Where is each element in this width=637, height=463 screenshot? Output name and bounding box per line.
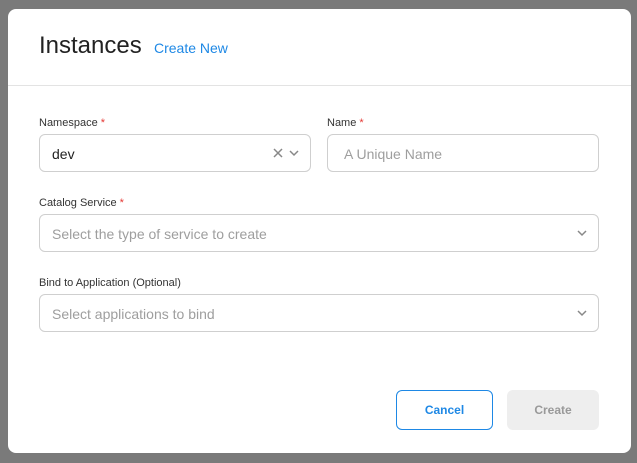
namespace-select[interactable]: dev xyxy=(39,134,311,172)
create-new-link[interactable]: Create New xyxy=(154,40,228,56)
catalog-service-label-text: Catalog Service xyxy=(39,197,117,209)
chevron-down-icon[interactable] xyxy=(287,146,301,160)
bind-application-label: Bind to Application (Optional) xyxy=(39,277,181,289)
namespace-value: dev xyxy=(52,146,75,162)
dialog-header: Instances Create New xyxy=(8,9,631,86)
name-input[interactable]: A Unique Name xyxy=(327,134,599,172)
create-button[interactable]: Create xyxy=(507,390,599,430)
name-label-text: Name xyxy=(327,117,357,129)
required-mark: * xyxy=(100,117,105,129)
dialog-title: Instances xyxy=(39,32,142,59)
instances-dialog: Instances Create New Namespace * dev Name… xyxy=(8,9,631,453)
name-placeholder: A Unique Name xyxy=(344,146,443,162)
bind-application-select[interactable]: Select applications to bind xyxy=(39,294,599,332)
bind-application-label-text: Bind to Application (Optional) xyxy=(39,277,181,289)
required-mark: * xyxy=(359,117,364,129)
cancel-button[interactable]: Cancel xyxy=(396,390,493,430)
namespace-label: Namespace * xyxy=(39,117,105,129)
catalog-service-placeholder: Select the type of service to create xyxy=(52,226,267,242)
bind-application-placeholder: Select applications to bind xyxy=(52,306,215,322)
required-mark: * xyxy=(119,197,124,209)
catalog-service-select[interactable]: Select the type of service to create xyxy=(39,214,599,252)
chevron-down-icon[interactable] xyxy=(575,226,589,240)
clear-icon[interactable] xyxy=(271,146,285,160)
name-label: Name * xyxy=(327,117,364,129)
chevron-down-icon[interactable] xyxy=(575,306,589,320)
catalog-service-label: Catalog Service * xyxy=(39,197,124,209)
namespace-label-text: Namespace xyxy=(39,117,98,129)
